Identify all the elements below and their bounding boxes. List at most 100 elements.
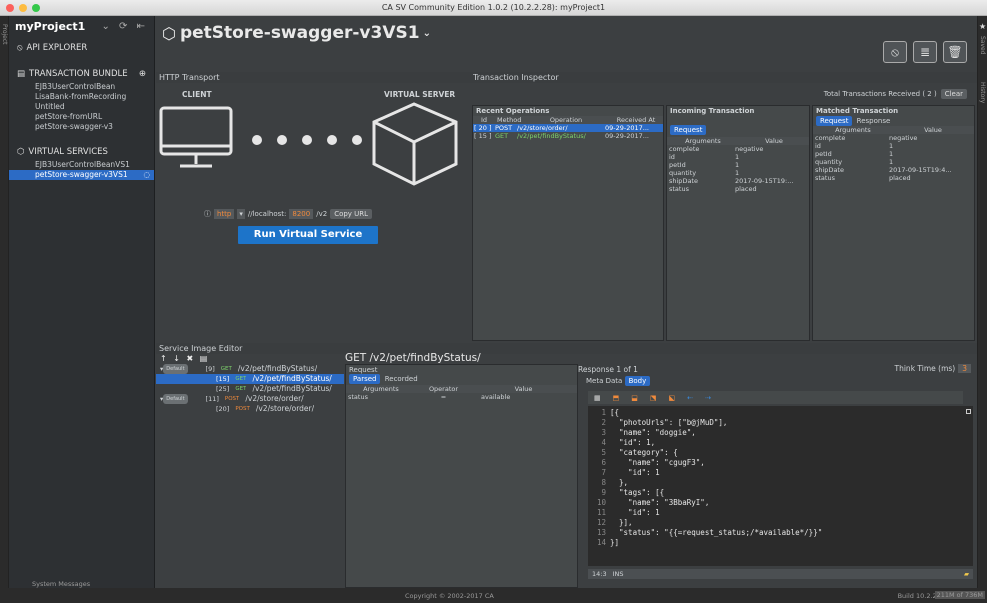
trash-icon[interactable]: 🗑 (943, 41, 967, 63)
table-row[interactable]: petId 1 (813, 150, 974, 158)
code-line: 14}] (588, 538, 973, 548)
body-tab[interactable]: Body (624, 376, 651, 386)
format-icon[interactable]: ⬒ (613, 394, 620, 402)
line-text: "name": "doggie", (610, 428, 696, 437)
tree-item-method: GET (235, 386, 247, 392)
stop-service-icon[interactable]: ⦸ (883, 41, 907, 63)
arg-value: 1 (889, 158, 894, 166)
memory-indicator[interactable]: 211M of 736M (934, 591, 985, 599)
path-text: /v2 (316, 210, 328, 218)
table-row[interactable]: status = available (346, 393, 577, 401)
row-id: [ 15 ] (474, 132, 492, 140)
info-icon[interactable]: ⓘ (204, 209, 211, 219)
collapse-icon[interactable]: ⬔ (650, 394, 657, 402)
add-bundle-icon[interactable]: ⊕ (139, 69, 146, 79)
response-body-editor[interactable]: 1[{2 "photoUrls": ["b@jMuD"], 3 "name": "… (588, 406, 973, 566)
copy-url-button[interactable]: Copy URL (330, 209, 373, 219)
table-row[interactable]: quantity 1 (667, 169, 809, 177)
parsed-tab[interactable]: Parsed (349, 374, 381, 384)
back-arrow-icon[interactable]: ⇠ (687, 394, 693, 402)
table-row[interactable]: complete negative (813, 134, 974, 142)
saved-strip-label[interactable]: Saved (979, 36, 986, 55)
minimize-window-button[interactable] (19, 4, 27, 12)
protocol-dropdown-icon[interactable]: ▾ (237, 209, 245, 219)
recorded-tab[interactable]: Recorded (385, 375, 418, 383)
tree-item-id: [20] (216, 405, 230, 413)
monitor-icon (159, 106, 233, 168)
think-time-input[interactable]: 3 (958, 364, 971, 373)
arg-value: 1 (889, 142, 894, 150)
star-icon[interactable]: ★ (979, 22, 986, 31)
tree-item[interactable]: ▾ Default [11] POST/v2/store/order/ (156, 394, 344, 404)
incoming-request-tab[interactable]: Request (670, 125, 707, 135)
sidebar-item-bundle[interactable]: petStore-fromURL (9, 112, 154, 122)
arg-name: shipDate (815, 166, 844, 174)
tree-item[interactable]: [25] GET/v2/pet/findByStatus/ (156, 384, 344, 394)
system-messages-tab[interactable]: System Messages (32, 580, 90, 588)
transport-diagram (159, 102, 458, 186)
history-strip-label[interactable]: History (979, 82, 986, 103)
project-strip-label[interactable]: Project (1, 24, 8, 45)
project-header: myProject1 ⌄ ⟳ ⇤ (9, 16, 154, 36)
wrap-icon[interactable]: ⬕ (669, 394, 676, 402)
incoming-title: Incoming Transaction (670, 107, 755, 115)
protocol-select[interactable]: http (214, 209, 235, 219)
sidebar-item-bundle[interactable]: Untitled (9, 102, 154, 112)
document-icon[interactable]: ▦ (594, 394, 601, 402)
table-row[interactable]: id 1 (813, 142, 974, 150)
project-controls[interactable]: ⌄ ⟳ ⇤ (102, 21, 149, 32)
tree-item[interactable]: [20] POST/v2/store/order/ (156, 404, 344, 414)
table-row[interactable]: shipDate 2017-09-15T19:... (667, 177, 809, 185)
table-row[interactable]: [ 20 ] POST /v2/store/order/ 09-29-2017.… (473, 124, 663, 132)
table-row[interactable]: status placed (813, 174, 974, 182)
tree-item-method: POST (224, 396, 240, 402)
sidebar-item-bundle[interactable]: LisaBank-fromRecording (9, 92, 154, 102)
matched-response-tab[interactable]: Response (857, 117, 891, 125)
expand-icon[interactable]: ⬓ (631, 394, 638, 402)
table-row[interactable]: status placed (667, 185, 809, 193)
editor-toolbar[interactable]: ↑ ↓ ✖ ▤ (160, 354, 209, 363)
line-number: 6 (601, 458, 606, 467)
service-menu-chevron-icon[interactable]: ⌄ (423, 28, 431, 39)
copyright-text: Copyright © 2002-2017 CA (405, 592, 494, 600)
database-icon[interactable]: ≣ (913, 41, 937, 63)
forward-arrow-icon[interactable]: ⇢ (705, 394, 711, 402)
table-row[interactable]: complete negative (667, 145, 809, 153)
insert-mode: INS (612, 570, 624, 578)
line-text: [{ (610, 408, 620, 417)
matched-request-tab[interactable]: Request (816, 116, 853, 126)
port-input[interactable]: 8200 (289, 209, 314, 219)
sidebar-item-service-selected[interactable]: petStore-swagger-v3VS1 ◌ (9, 170, 154, 180)
line-text: }], (610, 518, 633, 527)
col-method: Method (497, 116, 522, 124)
table-row[interactable]: [ 15 ] GET /v2/pet/findByStatus/ 09-29-2… (473, 132, 663, 140)
tree-item[interactable]: ▾ Default [9] GET/v2/pet/findByStatus/ (156, 364, 344, 374)
line-text: "category": { (610, 448, 678, 457)
code-line: 7 "id": 1 (588, 468, 973, 478)
request-label: Request (349, 366, 378, 374)
meta-data-tab[interactable]: Meta Data (586, 377, 622, 385)
arg-name: id (669, 153, 675, 161)
clear-button[interactable]: Clear (940, 89, 967, 99)
tree-item[interactable]: [15] GET/v2/pet/findByStatus/ (156, 374, 344, 384)
table-row[interactable]: quantity 1 (813, 158, 974, 166)
api-explorer-link[interactable]: ⦸ API EXPLORER (9, 40, 154, 56)
close-window-button[interactable] (6, 4, 14, 12)
arg-value: placed (889, 174, 911, 182)
arg-value: 1 (735, 169, 740, 177)
sidebar-item-service[interactable]: EJB3UserControlBeanVS1 (9, 160, 154, 170)
sidebar-item-bundle[interactable]: EJB3UserControlBean (9, 82, 154, 92)
table-row[interactable]: id 1 (667, 153, 809, 161)
project-name[interactable]: myProject1 (15, 20, 85, 33)
table-row[interactable]: shipDate 2017-09-15T19:4... (813, 166, 974, 174)
incoming-rows: complete negative id 1 petId 1 quantity 1 shipDa… (667, 145, 809, 193)
table-row[interactable]: petId 1 (667, 161, 809, 169)
zoom-window-button[interactable] (32, 4, 40, 12)
sidebar-item-bundle[interactable]: petStore-swagger-v3 (9, 122, 154, 132)
run-virtual-service-button[interactable]: Run Virtual Service (238, 226, 378, 244)
scroll-marker-icon (966, 409, 971, 414)
col-value: Value (924, 126, 942, 134)
folder-icon[interactable]: ▰ (964, 570, 969, 578)
line-number: 4 (601, 438, 606, 447)
code-lines: 1[{2 "photoUrls": ["b@jMuD"], 3 "name": "… (588, 406, 973, 548)
